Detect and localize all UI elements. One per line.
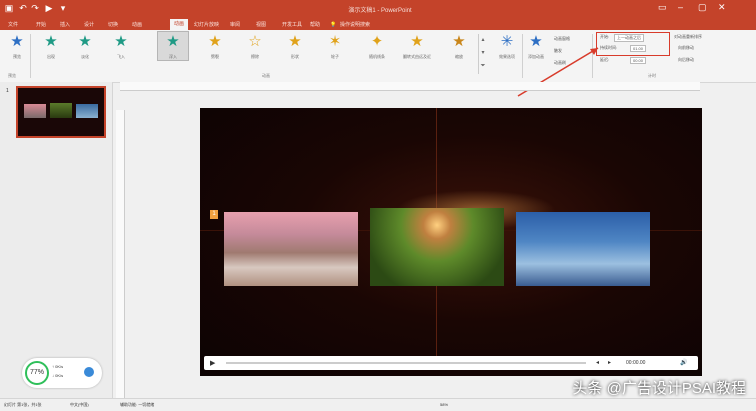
accessibility-status[interactable]: 辅助功能: 一切就绪: [120, 402, 154, 408]
language-status[interactable]: 中文(中国): [70, 402, 89, 408]
thumb-photo-3: [76, 104, 98, 118]
photo-beach-sunset[interactable]: [224, 212, 358, 286]
speed-gauge: 77%: [25, 361, 49, 385]
volume-icon[interactable]: 🔊: [680, 359, 687, 366]
photo-blue-ice[interactable]: [516, 212, 650, 286]
slide-thumbnail[interactable]: [16, 86, 106, 138]
media-control-bar: ▶ ◂ ▸ 00:00.00 🔊: [204, 356, 698, 370]
accelerate-icon[interactable]: [84, 367, 94, 377]
watermark: 头条 @广告设计PSAI教程: [572, 380, 746, 397]
thumb-photo-1: [24, 104, 46, 118]
forward-icon[interactable]: ▸: [608, 359, 611, 366]
slide-number: 1: [6, 88, 9, 94]
download-rate: ↓ 0K/s: [52, 373, 64, 378]
vertical-ruler: [116, 110, 125, 400]
slide-info: 幻灯片 第1张，共1张: [4, 402, 42, 407]
timecode: 00:00.00: [626, 360, 646, 366]
speed-badge: 77% ↑ 0K/s ↓ 0K/s: [22, 358, 102, 388]
photo-green-rocks[interactable]: [370, 208, 504, 286]
slide-thumbnail-pane: 1: [0, 82, 113, 398]
thumb-photo-2: [50, 103, 72, 118]
upload-rate: ↑ 0K/s: [52, 364, 64, 369]
slide-canvas[interactable]: 1 ▶ ◂ ▸ 00:00.00 🔊: [200, 108, 702, 376]
zoom-level[interactable]: 58%: [440, 402, 448, 407]
seek-bar[interactable]: [226, 362, 586, 364]
horizontal-ruler: [120, 82, 700, 91]
animation-order-marker[interactable]: 1: [210, 210, 218, 219]
status-bar: 幻灯片 第1张，共1张 中文(中国) 辅助功能: 一切就绪 58%: [0, 398, 756, 411]
play-icon[interactable]: ▶: [210, 359, 215, 367]
rewind-icon[interactable]: ◂: [596, 359, 599, 366]
